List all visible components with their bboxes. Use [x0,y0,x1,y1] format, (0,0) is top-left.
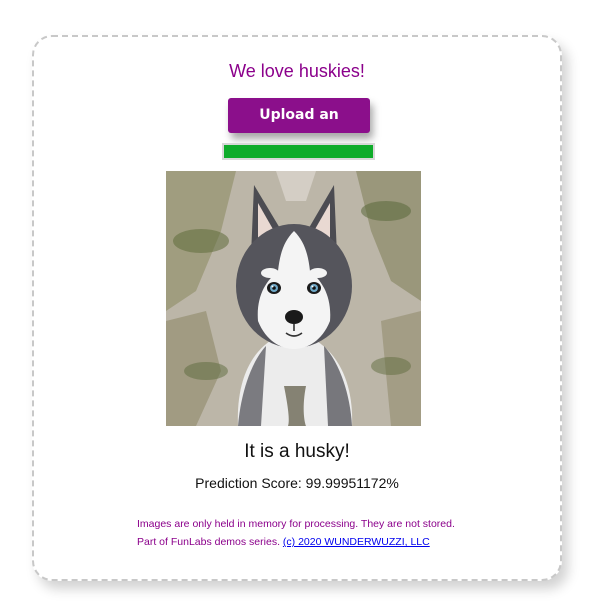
copyright-link[interactable]: (c) 2020 WUNDERWUZZI, LLC [283,536,430,548]
footer-credits: Part of FunLabs demos series. (c) 2020 W… [137,533,455,551]
footer-privacy-note: Images are only held in memory for proce… [137,518,455,530]
upload-image-button[interactable]: Upload an image... [228,98,370,158]
uploaded-husky-image [166,171,421,426]
page-title: We love huskies! [229,61,365,81]
prediction-score: Prediction Score: 99.99951172% [195,475,399,491]
footer: Images are only held in memory for proce… [137,515,455,551]
prediction-result: It is a husky! [244,441,350,462]
upload-progress-fill [224,145,373,158]
upload-progress-bar [222,143,375,160]
main-card: We love huskies! Upload an image... [32,35,562,581]
footer-credits-text: Part of FunLabs demos series. [137,536,283,548]
